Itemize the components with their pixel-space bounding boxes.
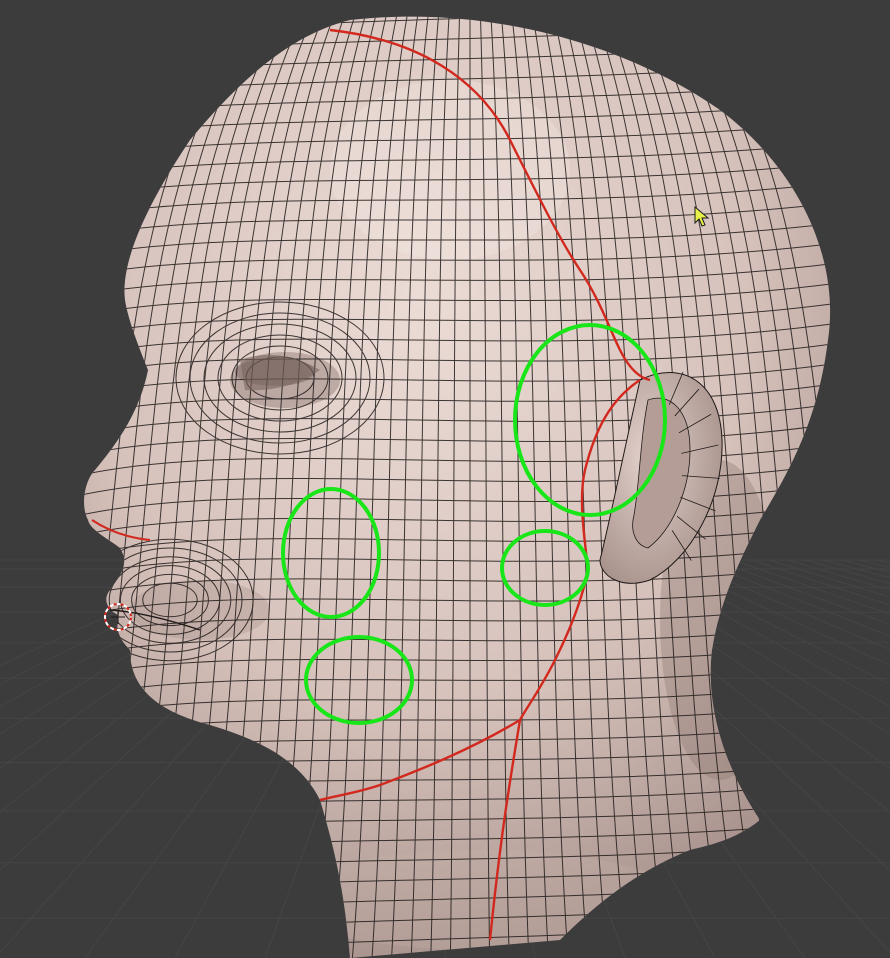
head-mesh[interactable] xyxy=(39,0,890,958)
3d-viewport[interactable] xyxy=(0,0,890,958)
viewport-scene xyxy=(0,0,890,958)
